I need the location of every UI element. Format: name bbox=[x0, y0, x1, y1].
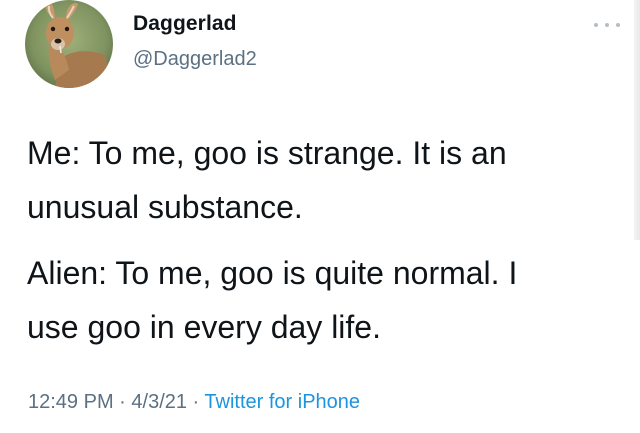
tweet-paragraph-2: Alien: To me, goo is quite normal. I use… bbox=[27, 255, 518, 345]
meta-separator: · bbox=[187, 391, 205, 413]
dot bbox=[594, 23, 598, 27]
more-options-icon[interactable] bbox=[594, 18, 620, 32]
water-deer-avatar-icon bbox=[25, 0, 113, 88]
tweet-text: Me: To me, goo is strange. It is an unus… bbox=[27, 126, 617, 366]
author-name[interactable]: Daggerlad bbox=[133, 12, 237, 36]
meta-separator: · bbox=[113, 391, 132, 413]
avatar[interactable] bbox=[25, 0, 113, 88]
tweet-paragraph-1: Me: To me, goo is strange. It is an unus… bbox=[27, 135, 507, 225]
author-handle[interactable]: @Daggerlad2 bbox=[133, 48, 257, 71]
tweet-date[interactable]: 4/3/21 bbox=[131, 391, 187, 413]
dot bbox=[605, 23, 609, 27]
tweet-time[interactable]: 12:49 PM bbox=[28, 391, 114, 413]
scroll-edge bbox=[634, 0, 640, 240]
tweet-card: Daggerlad @Daggerlad2 Me: To me, goo is … bbox=[0, 0, 640, 433]
tweet-source-link[interactable]: Twitter for iPhone bbox=[204, 391, 360, 413]
tweet-meta: 12:49 PM · 4/3/21 · Twitter for iPhone bbox=[28, 391, 360, 414]
dot bbox=[616, 23, 620, 27]
